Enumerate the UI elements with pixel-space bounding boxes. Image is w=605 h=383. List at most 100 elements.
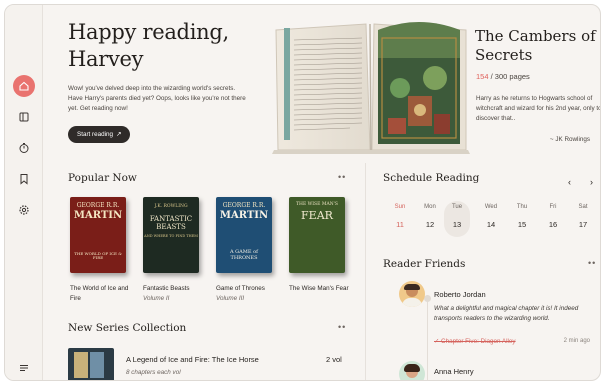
intro-text: Wow! you've delved deep into the wizardi…	[68, 85, 246, 112]
reader-friends-title: Reader Friends	[383, 258, 466, 270]
calendar-day-sun[interactable]: Sun 11	[389, 204, 411, 229]
featured-book-image[interactable]	[270, 18, 472, 156]
nav-menu[interactable]	[13, 357, 35, 379]
nav-bookmarks[interactable]	[13, 168, 35, 190]
book-cover-1-top: GEORGE R.R.	[76, 202, 120, 209]
menu-icon	[20, 365, 28, 371]
book-1-title: The World of Ice and Fire	[70, 285, 129, 302]
settings-icon	[19, 205, 29, 215]
day-name: Tue	[451, 204, 463, 210]
book-title-3[interactable]: Game of Thrones Volume III	[216, 284, 286, 304]
total-pages: / 300 pages	[490, 72, 530, 81]
series-item-title[interactable]: A Legend of Ice and Fire: The Ice Horse	[126, 355, 259, 364]
series-item-volumes: 2 vol	[326, 355, 342, 364]
friend-comment: What a delightful and magical chapter it…	[434, 305, 579, 322]
featured-book-description: Harry as he returns to Hogwarts school o…	[476, 95, 601, 122]
greeting-line-1: Happy reading,	[68, 20, 229, 44]
greeting-title: Happy reading, Harvey	[68, 19, 229, 73]
day-date: 13	[452, 220, 462, 229]
book-cover-3[interactable]: GEORGE R.R. MARTIN A GAME of THRONES	[216, 197, 272, 273]
day-date: 15	[517, 220, 527, 229]
nav-timer[interactable]	[13, 137, 35, 159]
day-date: 14	[486, 220, 496, 229]
book-cover-3-top: GEORGE R.R.	[222, 202, 266, 209]
book-title-4[interactable]: The Wise Man's Fear	[289, 284, 349, 294]
friend-name-1[interactable]: Roberto Jordan	[434, 290, 486, 299]
start-reading-label: Start reading	[77, 131, 114, 138]
calendar-day-sat[interactable]: Sat 17	[572, 204, 594, 229]
chevron-right-icon[interactable]: ›	[590, 177, 593, 187]
calendar-day-fri[interactable]: Fri 16	[542, 204, 564, 229]
series-item-subtitle: 8 chapters each vol	[126, 369, 181, 376]
home-icon	[19, 81, 29, 91]
book-cover-2-bottom: AND WHERE TO FIND THEM	[144, 234, 198, 238]
day-name: Wed	[484, 204, 498, 210]
timeline-line	[427, 295, 428, 380]
featured-book-title: The Cambers of Secrets	[475, 27, 596, 65]
book-3-subtitle: Volume III	[216, 295, 245, 302]
featured-book-author: ~ JK Rowlings	[549, 136, 590, 143]
main-content: Happy reading, Harvey Wow! you've delved…	[43, 5, 600, 380]
sidebar	[5, 5, 43, 380]
new-series-title: New Series Collection	[68, 322, 187, 334]
book-cover-4[interactable]: THE WISE MAN'S FEAR	[289, 197, 345, 273]
friend-chapter-link[interactable]: ✓ Chapter Five: Diagon Alley	[434, 338, 516, 345]
app-window: Happy reading, Harvey Wow! you've delved…	[4, 4, 601, 381]
day-name: Sun	[394, 204, 406, 210]
nav-settings[interactable]	[13, 199, 35, 221]
book-cover-2[interactable]: J.K. ROWLING FANTASTIC BEASTS AND WHERE …	[143, 197, 199, 273]
nav-home[interactable]	[13, 75, 35, 97]
calendar-day-thu[interactable]: Thu 15	[511, 204, 533, 229]
book-cover-3-bottom: A GAME of THRONES	[229, 249, 259, 261]
arrow-up-right-icon: ↗	[116, 131, 122, 138]
timeline-dot	[424, 295, 431, 302]
friends-more-button[interactable]: ••	[588, 258, 596, 268]
start-reading-button[interactable]: Start reading ↗	[68, 126, 131, 143]
nav-library[interactable]	[13, 106, 35, 128]
day-name: Sat	[578, 204, 588, 210]
book-cover-2-top: J.K. ROWLING	[154, 204, 188, 209]
schedule-reading-title: Schedule Reading	[383, 172, 480, 184]
day-date: 16	[548, 220, 558, 229]
popular-now-title: Popular Now	[68, 172, 137, 184]
calendar-day-mon[interactable]: Mon 12	[419, 204, 441, 229]
day-date: 17	[578, 220, 588, 229]
book-icon	[19, 112, 29, 122]
popular-more-button[interactable]: ••	[338, 172, 346, 182]
current-page: 154	[476, 72, 489, 81]
book-2-title: Fantastic Beasts	[143, 285, 190, 292]
series-thumbnail[interactable]	[68, 348, 114, 380]
book-cover-1-bottom: THE WORLD OF ICE & FIRE	[74, 251, 122, 260]
series-more-button[interactable]: ••	[338, 322, 346, 332]
book-title-1[interactable]: The World of Ice and Fire	[70, 284, 140, 304]
featured-title-line-1: The Cambers of	[475, 27, 596, 45]
calendar-day-tue[interactable]: Tue 13	[446, 204, 468, 229]
day-name: Thu	[516, 204, 528, 210]
avatar[interactable]	[399, 361, 425, 380]
calendar-day-wed[interactable]: Wed 14	[480, 204, 502, 229]
greeting-line-2: Harvey	[68, 47, 144, 71]
day-name: Mon	[424, 204, 436, 210]
bookmark-icon	[20, 174, 28, 185]
day-date: 11	[396, 220, 404, 229]
column-divider	[365, 163, 366, 380]
featured-title-line-2: Secrets	[475, 46, 533, 64]
book-3-title: Game of Thrones	[216, 285, 265, 292]
day-date: 12	[425, 220, 435, 229]
book-cover-3-mid: MARTIN	[219, 210, 269, 221]
timer-icon	[19, 143, 29, 153]
avatar[interactable]	[399, 281, 425, 307]
friend-name-2[interactable]: Anna Henry	[434, 367, 474, 376]
day-name: Fri	[549, 204, 557, 210]
page-progress: 154 / 300 pages	[476, 72, 530, 81]
book-2-subtitle: Volume II	[143, 295, 170, 302]
book-cover-1-mid: MARTIN	[73, 210, 123, 221]
chevron-left-icon[interactable]: ‹	[568, 177, 571, 187]
comment-timestamp: 2 min ago	[563, 338, 590, 344]
book-cover-2-mid: FANTASTIC BEASTS	[149, 215, 193, 231]
book-4-title: The Wise Man's Fear	[289, 285, 349, 292]
book-cover-4-mid: FEAR	[301, 209, 333, 222]
book-cover-4-top: THE WISE MAN'S	[296, 202, 338, 207]
book-title-2[interactable]: Fantastic Beasts Volume II	[143, 284, 213, 304]
book-cover-1[interactable]: GEORGE R.R. MARTIN THE WORLD OF ICE & FI…	[70, 197, 126, 273]
